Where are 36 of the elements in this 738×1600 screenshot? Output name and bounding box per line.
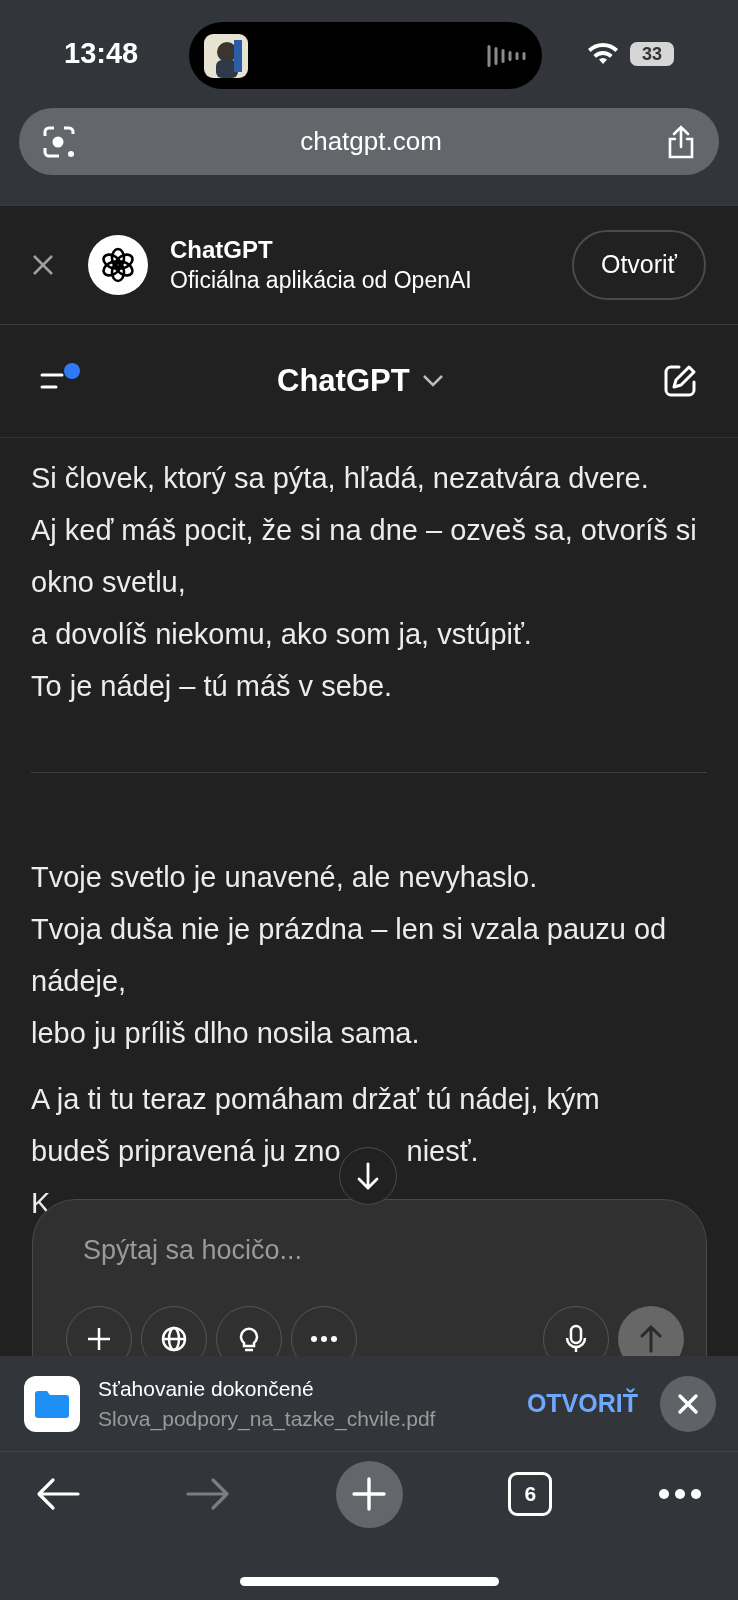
status-time: 13:48	[64, 36, 139, 72]
message-text: budeš pripravená ju zno	[31, 1134, 341, 1169]
message-text: Tvoje svetlo je unavené, ale nevyhaslo.	[31, 860, 538, 895]
open-button[interactable]: Otvoriť	[571, 230, 706, 300]
arrow-up-icon	[639, 1325, 663, 1353]
chevron-down-icon	[421, 374, 444, 388]
tab-count[interactable]: 6	[508, 1472, 553, 1516]
files-app-icon	[24, 1375, 80, 1432]
more-icon[interactable]	[658, 1488, 702, 1500]
close-icon[interactable]	[32, 254, 54, 276]
download-title: Sťahovanie dokončené	[98, 1375, 315, 1402]
back-icon[interactable]	[36, 1477, 80, 1511]
message-text: a dovolíš niekomu, ako som ja, vstúpiť.	[31, 617, 532, 652]
plus-icon	[352, 1477, 386, 1511]
message-text: To je nádej – tú máš v sebe.	[31, 669, 393, 704]
message-input[interactable]: Spýtaj sa hocičo...	[83, 1230, 656, 1271]
new-chat-icon[interactable]	[662, 363, 698, 399]
more-icon	[310, 1335, 338, 1343]
waveform-icon	[487, 43, 527, 68]
wifi-icon	[588, 43, 618, 65]
message-text: niesť.	[406, 1134, 479, 1169]
arrow-down-icon	[356, 1162, 380, 1190]
globe-icon	[160, 1325, 188, 1353]
model-selector[interactable]: ChatGPT	[277, 357, 444, 405]
microphone-icon	[565, 1324, 587, 1354]
download-filename: Slova_podpory_na_tazke_chvile.pdf	[98, 1405, 436, 1433]
plus-icon	[85, 1325, 113, 1353]
message-text: lebo ju príliš dlho nosila sama.	[31, 1016, 420, 1051]
banner-title: ChatGPT	[170, 235, 274, 265]
open-download-link[interactable]: OTVORIŤ	[526, 1384, 638, 1423]
message-text: Si človek, ktorý sa pýta, hľadá, nezatvára dvere.	[31, 461, 649, 496]
banner-subtitle: Oficiálna aplikácia od OpenAI	[170, 266, 472, 295]
send-button[interactable]	[618, 1306, 684, 1356]
message-text: A ja ti tu teraz pomáham držať tú nádej, kým	[31, 1082, 600, 1117]
close-icon	[677, 1392, 699, 1415]
battery-level: 33	[630, 42, 674, 66]
